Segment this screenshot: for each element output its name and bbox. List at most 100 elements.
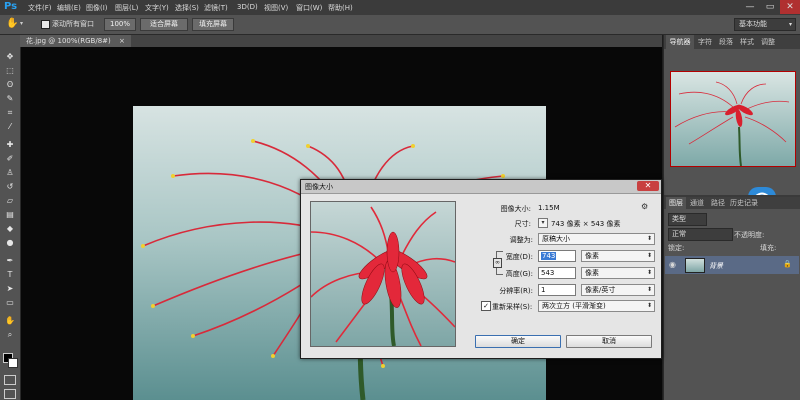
width-unit-select[interactable]: 像素 ⬍ bbox=[581, 250, 655, 262]
updown-arrow-icon: ⬍ bbox=[646, 302, 652, 309]
shape-icon[interactable]: ▭ bbox=[4, 297, 16, 308]
menu-window[interactable]: 窗口(W) bbox=[296, 3, 322, 13]
restore-icon[interactable]: ▭ bbox=[760, 0, 780, 14]
screen-mode-icon[interactable] bbox=[4, 389, 16, 399]
ok-button[interactable]: 确定 bbox=[475, 335, 561, 348]
eraser-icon[interactable]: ▱ bbox=[4, 195, 16, 206]
crop-icon[interactable]: ⌗ bbox=[4, 107, 16, 118]
tab-close-icon[interactable]: × bbox=[119, 37, 125, 45]
dialog-title: 图像大小 bbox=[305, 183, 333, 191]
tab-paragraph[interactable]: 段落 bbox=[716, 35, 736, 49]
brush-icon[interactable]: ✐ bbox=[4, 153, 16, 164]
navigator-thumbnail[interactable] bbox=[670, 71, 796, 167]
height-label: 高度(G): bbox=[505, 270, 533, 278]
updown-arrow-icon: ⬍ bbox=[646, 269, 652, 276]
minimize-icon[interactable]: — bbox=[740, 0, 760, 14]
photoshop-logo: Ps bbox=[4, 1, 18, 12]
updown-arrow-icon: ⬍ bbox=[646, 252, 652, 259]
menu-layer[interactable]: 图层(L) bbox=[115, 3, 138, 13]
lock-icon: 🔒 bbox=[783, 260, 792, 268]
resize-to-select[interactable]: 原稿大小 ⬍ bbox=[538, 233, 655, 245]
dimensions-unit-arrow-icon[interactable]: ▾ bbox=[538, 218, 548, 228]
tab-layers[interactable]: 图层 bbox=[666, 197, 686, 209]
fill-screen-button[interactable]: 填充屏幕 bbox=[192, 18, 234, 31]
height-field[interactable]: 543 bbox=[538, 267, 576, 279]
lasso-icon[interactable]: ʘ bbox=[4, 79, 16, 90]
tab-character[interactable]: 字符 bbox=[695, 35, 715, 49]
background-color-swatch[interactable] bbox=[8, 358, 18, 368]
hand-tool-icon: ✋ bbox=[6, 18, 19, 29]
layer-kind-filter[interactable]: 类型 bbox=[668, 213, 707, 226]
width-value: 743 bbox=[541, 252, 557, 260]
blend-mode-select[interactable]: 正常 bbox=[668, 228, 733, 241]
eyedropper-icon[interactable]: ⁄ bbox=[4, 121, 16, 132]
tab-adjustments[interactable]: 调整 bbox=[758, 35, 778, 49]
bottom-panel-tabs: 图层 通道 路径 历史记录 bbox=[664, 197, 800, 209]
menu-bar: Ps 文件(F) 编辑(E) 图像(I) 图层(L) 文字(Y) 选择(S) 滤… bbox=[0, 0, 800, 15]
menu-file[interactable]: 文件(F) bbox=[28, 3, 52, 13]
path-select-icon[interactable]: ➤ bbox=[4, 283, 16, 294]
eye-icon[interactable]: ◉ bbox=[669, 260, 676, 269]
layer-row-background[interactable]: ◉ 背景 🔒 bbox=[665, 256, 799, 274]
history-brush-icon[interactable]: ↺ bbox=[4, 181, 16, 192]
workspace-select[interactable]: 基本功能 ▾ bbox=[734, 18, 796, 31]
pen-icon[interactable]: ✒ bbox=[4, 255, 16, 266]
menu-3d[interactable]: 3D(D) bbox=[237, 3, 258, 11]
gradient-icon[interactable]: ▤ bbox=[4, 209, 16, 220]
width-field[interactable]: 743 bbox=[538, 250, 576, 262]
quick-select-icon[interactable]: ✎ bbox=[4, 93, 16, 104]
height-unit-select[interactable]: 像素 ⬍ bbox=[581, 267, 655, 279]
scroll-all-label: 滚动所有窗口 bbox=[52, 20, 94, 28]
quick-mask-icon[interactable] bbox=[4, 375, 16, 385]
zoom-icon[interactable]: ⌕ bbox=[4, 329, 16, 340]
dimensions-label: 尺寸: bbox=[514, 220, 531, 228]
width-unit-value: 像素 bbox=[585, 252, 599, 260]
updown-arrow-icon: ⬍ bbox=[646, 235, 652, 242]
chevron-down-icon: ▾ bbox=[788, 21, 792, 28]
lock-label: 锁定: bbox=[668, 244, 685, 252]
blend-mode-value: 正常 bbox=[672, 230, 686, 238]
type-icon[interactable]: T bbox=[4, 269, 16, 280]
layer-thumbnail bbox=[685, 258, 705, 273]
tab-paths[interactable]: 路径 bbox=[708, 197, 728, 209]
move-icon[interactable]: ✥ bbox=[4, 51, 16, 62]
tab-channels[interactable]: 通道 bbox=[687, 197, 707, 209]
cancel-button[interactable]: 取消 bbox=[566, 335, 652, 348]
tools-panel: ✥ ⬚ ʘ ✎ ⌗ ⁄ ✚ ✐ ♙ ↺ ▱ ▤ ◆ ● ✒ T ➤ ▭ ✋ ⌕ bbox=[0, 35, 21, 400]
settings-gear-icon[interactable]: ⚙ bbox=[641, 202, 648, 211]
blur-icon[interactable]: ◆ bbox=[4, 223, 16, 234]
tab-styles[interactable]: 样式 bbox=[737, 35, 757, 49]
marquee-icon[interactable]: ⬚ bbox=[4, 65, 16, 76]
resample-select[interactable]: 两次立方 (平滑渐变) ⬍ bbox=[538, 300, 655, 312]
opacity-label: 不透明度: bbox=[734, 231, 765, 239]
tab-navigator[interactable]: 导航器 bbox=[666, 35, 694, 49]
menu-select[interactable]: 选择(S) bbox=[175, 3, 199, 13]
stamp-icon[interactable]: ♙ bbox=[4, 167, 16, 178]
scroll-all-checkbox[interactable] bbox=[41, 20, 50, 29]
menu-filter[interactable]: 滤镜(T) bbox=[204, 3, 228, 13]
dialog-close-icon[interactable]: ✕ bbox=[637, 181, 659, 191]
resolution-value: 1 bbox=[541, 286, 546, 294]
healing-icon[interactable]: ✚ bbox=[4, 139, 16, 150]
dialog-titlebar[interactable]: 图像大小 ✕ bbox=[301, 180, 661, 194]
fit-screen-button[interactable]: 适合屏幕 bbox=[140, 18, 188, 31]
resolution-label: 分辨率(R): bbox=[499, 287, 533, 295]
tool-preset-arrow-icon[interactable]: ▾ bbox=[20, 20, 23, 27]
menu-edit[interactable]: 编辑(E) bbox=[57, 3, 81, 13]
resolution-unit-select[interactable]: 像素/英寸 ⬍ bbox=[581, 284, 655, 296]
resolution-field[interactable]: 1 bbox=[538, 284, 576, 296]
dodge-icon[interactable]: ● bbox=[4, 237, 16, 248]
zoom-100-button[interactable]: 100% bbox=[104, 18, 136, 31]
window-close-icon[interactable]: ✕ bbox=[780, 0, 800, 14]
menu-help[interactable]: 帮助(H) bbox=[328, 3, 353, 13]
document-tab[interactable]: 花.jpg @ 100%(RGB/8#) × bbox=[20, 35, 131, 47]
resample-checkbox[interactable]: ✓ bbox=[481, 301, 491, 311]
tab-history[interactable]: 历史记录 bbox=[729, 197, 759, 209]
hand-icon[interactable]: ✋ bbox=[4, 315, 16, 326]
resize-to-value: 原稿大小 bbox=[542, 235, 570, 243]
menu-type[interactable]: 文字(Y) bbox=[145, 3, 169, 13]
dialog-preview[interactable] bbox=[310, 201, 456, 347]
menu-view[interactable]: 视图(V) bbox=[264, 3, 288, 13]
menu-image[interactable]: 图像(I) bbox=[86, 3, 108, 13]
image-size-dialog: 图像大小 ✕ 图像大小: 1.15M ⚙ 尺寸: ▾ 743 像素 × 543 … bbox=[300, 179, 662, 359]
